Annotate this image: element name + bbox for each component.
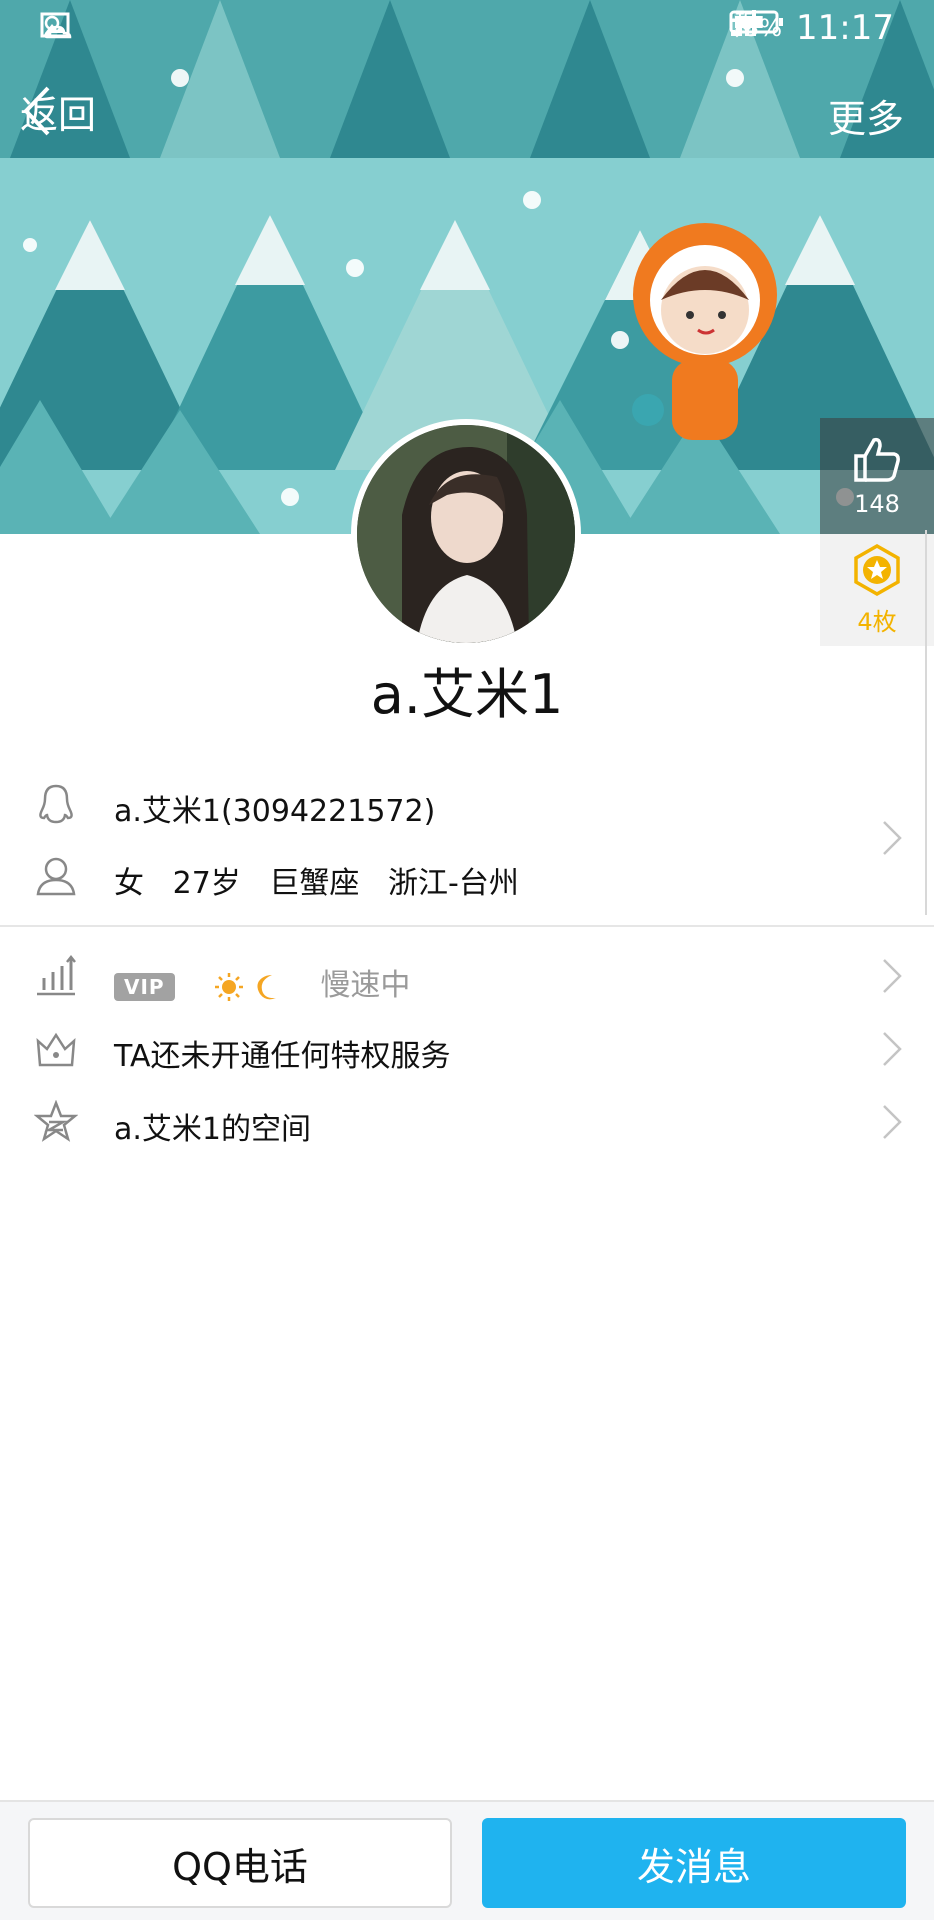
privilege-text: TA还未开通任何特权服务	[114, 1039, 451, 1074]
personal-info-text: 女 27岁 巨蟹座 浙江-台州	[114, 858, 519, 902]
gender: 女	[114, 866, 144, 901]
qq-account-row[interactable]: a.艾米1(3094221572)	[0, 768, 934, 840]
nav-bar: 返回 更多	[0, 78, 934, 148]
side-badge-panel: 148 4枚	[820, 418, 934, 646]
medal-button[interactable]: 4枚	[820, 534, 934, 646]
personal-info-row[interactable]: 女 27岁 巨蟹座 浙江-台州	[0, 840, 934, 912]
profile-name: a.艾米1	[370, 663, 564, 726]
weather-icon	[44, 15, 72, 39]
level-chart-icon	[37, 954, 76, 996]
location: 浙江-台州	[388, 866, 519, 901]
privilege-row[interactable]: TA还未开通任何特权服务	[0, 1013, 934, 1085]
status-bar: LTE 73% 11:17	[0, 0, 934, 56]
age: 27岁	[172, 866, 241, 901]
qq-level-row[interactable]: VIP 慢速中	[0, 940, 934, 1012]
profile-page: LTE 73% 11:17	[0, 0, 934, 1920]
person-icon	[36, 857, 76, 896]
sun-level-icon	[214, 972, 243, 1001]
avatar[interactable]	[351, 419, 581, 649]
section-divider	[0, 925, 934, 927]
medal-count: 4枚	[857, 608, 897, 636]
level-info: VIP 慢速中	[114, 960, 410, 1004]
more-button[interactable]: 更多	[828, 88, 904, 143]
qzone-chevron-icon	[883, 1105, 902, 1139]
qzone-star-icon	[34, 1100, 78, 1142]
bottom-action-bar: QQ电话 发消息	[0, 1800, 934, 1920]
speed-status: 慢速中	[320, 968, 411, 1003]
level-chevron-icon	[883, 959, 902, 993]
thumbs-up-icon	[854, 437, 900, 482]
profile-chevron-icon[interactable]	[880, 818, 904, 858]
qzone-row[interactable]: a.艾米1的空间	[0, 1086, 934, 1158]
battery-icon	[729, 10, 783, 34]
clock: 11:17	[796, 8, 894, 48]
privilege-chevron-icon	[883, 1032, 902, 1066]
back-chevron-icon	[23, 86, 50, 136]
qq-penguin-icon	[39, 784, 73, 824]
qq-call-button[interactable]: QQ电话	[28, 1818, 452, 1908]
back-button[interactable]: 返回	[20, 84, 96, 139]
like-button[interactable]: 148	[820, 418, 934, 534]
send-message-button[interactable]: 发消息	[482, 1818, 906, 1908]
qq-name-id: a.艾米1(3094221572)	[114, 794, 436, 829]
moon-level-icon	[257, 974, 277, 999]
vip-badge: VIP	[114, 972, 175, 1001]
medal-star-icon	[854, 543, 900, 597]
qzone-text: a.艾米1的空间	[114, 1112, 312, 1147]
zodiac: 巨蟹座	[269, 866, 360, 901]
crown-icon	[36, 1032, 76, 1067]
avatar-photo	[357, 425, 575, 643]
like-count: 148	[854, 490, 900, 518]
